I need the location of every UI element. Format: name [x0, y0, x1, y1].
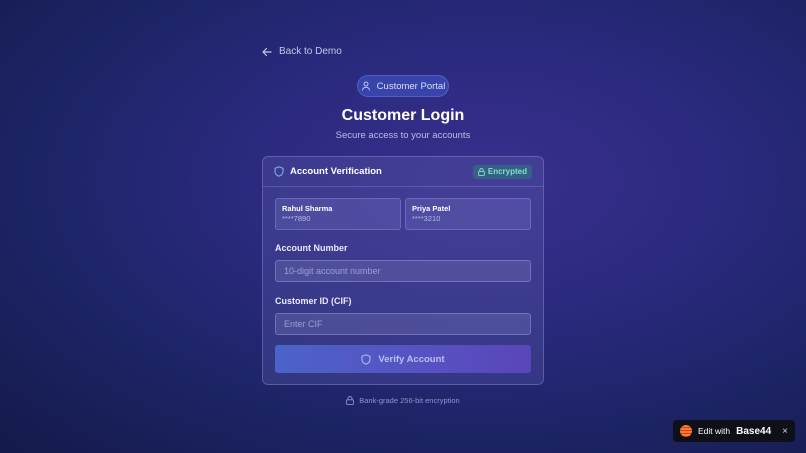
account-number-label: Account Number: [275, 243, 348, 253]
lock-icon: [478, 167, 485, 176]
encryption-note-text: Bank-grade 256-bit encryption: [359, 396, 460, 405]
lock-icon: [346, 396, 355, 405]
base44-prefix: Edit with: [698, 426, 731, 436]
account-masked-number: ****7890: [282, 214, 311, 223]
encrypted-label: Encrypted: [487, 167, 527, 176]
shield-icon: [361, 353, 371, 365]
account-holder-name: Rahul Sharma: [282, 204, 333, 213]
customer-id-label: Customer ID (CIF): [275, 296, 352, 306]
encryption-note: Bank-grade 256-bit encryption: [0, 396, 806, 405]
back-link-label: Back to Demo: [279, 46, 342, 57]
base44-brand: Base44: [736, 425, 772, 437]
arrow-left-icon: [262, 47, 272, 56]
base44-logo-icon: [680, 425, 692, 437]
card-title: Account Verification: [290, 166, 382, 177]
customer-id-input[interactable]: [275, 313, 531, 335]
close-icon[interactable]: ×: [782, 426, 788, 437]
card-header: Account Verification Encrypted: [263, 157, 543, 187]
verification-card: Account Verification Encrypted Rahul Sha…: [262, 156, 544, 385]
account-holder-name: Priya Patel: [412, 204, 451, 213]
page-title: Customer Login: [341, 107, 465, 124]
shield-icon: [274, 166, 284, 177]
verify-button-label: Verify Account: [378, 353, 445, 365]
page-subtitle: Secure access to your accounts: [335, 130, 471, 141]
portal-badge-label: Customer Portal: [376, 80, 446, 92]
back-to-demo-link[interactable]: Back to Demo: [262, 46, 342, 57]
demo-accounts: Rahul Sharma ****7890 Priya Patel ****32…: [275, 198, 531, 230]
customer-portal-badge: Customer Portal: [357, 75, 449, 97]
account-option-priya[interactable]: Priya Patel ****3210: [405, 198, 531, 230]
base44-edit-badge[interactable]: Edit with Base44 ×: [673, 420, 795, 442]
verify-account-button[interactable]: Verify Account: [275, 345, 531, 373]
card-title-group: Account Verification: [274, 166, 382, 177]
encrypted-status-badge: Encrypted: [472, 164, 532, 179]
account-masked-number: ****3210: [412, 214, 441, 223]
user-icon: [361, 81, 370, 91]
account-number-input[interactable]: [275, 260, 531, 282]
account-option-rahul[interactable]: Rahul Sharma ****7890: [275, 198, 401, 230]
